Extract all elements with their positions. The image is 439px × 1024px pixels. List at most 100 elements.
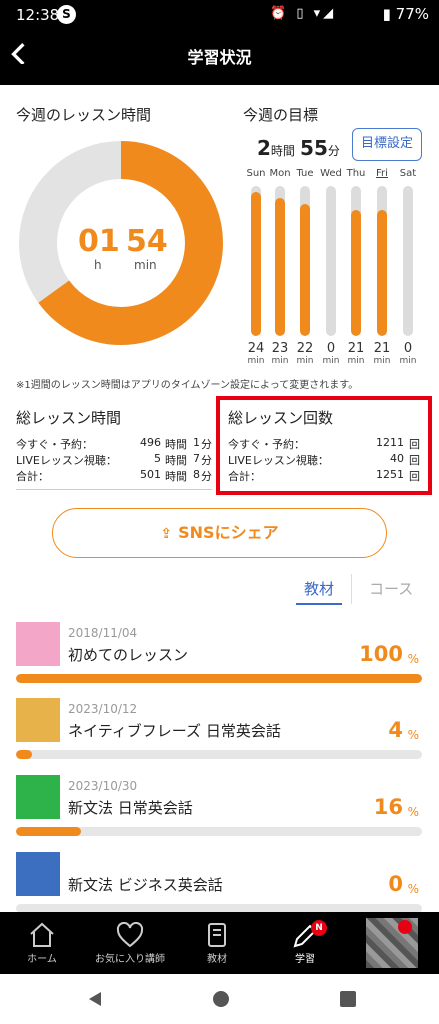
material-thumbnail[interactable] xyxy=(16,775,60,819)
goal-hours: 2 xyxy=(257,136,271,160)
day-bar-track xyxy=(351,186,361,336)
material-date: 2023/10/30 xyxy=(68,779,138,793)
day-label: Wed xyxy=(320,168,342,179)
nav-favorites[interactable]: お気に入り講師 xyxy=(88,912,172,974)
day-label: Tue xyxy=(296,168,314,179)
nav-favorites-label: お気に入り講師 xyxy=(95,954,165,965)
sns-share-button[interactable]: ⇪ SNSにシェア xyxy=(52,508,387,558)
row-minutes: 7 xyxy=(193,452,200,465)
row-label: LIVEレッスン視聴： xyxy=(228,454,329,467)
day-bar-track xyxy=(403,186,413,336)
row-label: 今すぐ・予約： xyxy=(228,438,305,451)
donut-minutes-unit: min xyxy=(134,258,157,272)
day-label: Thu xyxy=(346,168,366,179)
row-hours: 5 xyxy=(154,452,161,465)
avatar-badge xyxy=(398,920,412,934)
day-unit: min xyxy=(322,356,340,366)
book-icon xyxy=(208,923,226,947)
material-percent: 16 xyxy=(373,795,403,819)
page-title: 学習状況 xyxy=(187,48,252,67)
row-count-unit: 回 xyxy=(409,470,420,483)
material-title: 新文法 日常英会話 xyxy=(68,799,193,817)
row-minutes: 1 xyxy=(193,436,200,449)
progress-fill xyxy=(16,827,81,836)
day-unit: min xyxy=(399,356,417,366)
progress-fill xyxy=(16,750,33,759)
set-goal-button[interactable]: 目標設定 xyxy=(352,128,422,161)
material-percent-sign: % xyxy=(407,882,419,896)
day-unit: min xyxy=(271,356,289,366)
row-hours: 501 xyxy=(140,468,161,481)
goal-minutes-unit: 分 xyxy=(327,144,340,158)
row-hours-unit: 時間 xyxy=(165,454,187,467)
row-count: 1211 xyxy=(376,436,404,449)
material-title: ネイティブフレーズ 日常英会話 xyxy=(68,722,281,740)
row-label: 合計： xyxy=(16,470,49,483)
tab-divider xyxy=(351,574,352,604)
day-bar-track xyxy=(300,186,310,336)
day-bar-fill xyxy=(377,210,387,336)
goal-hours-unit: 時間 xyxy=(270,144,295,158)
weekly-goal-title: 今週の目標 xyxy=(243,106,319,124)
day-value: 24 xyxy=(247,341,265,356)
material-percent-sign: % xyxy=(407,652,419,666)
material-title: 初めてのレッスン xyxy=(68,646,189,664)
share-label: SNSにシェア xyxy=(178,523,279,542)
donut-minutes: 54 xyxy=(126,224,168,259)
day-bar-track xyxy=(251,186,261,336)
donut-hours-unit: h xyxy=(94,258,102,272)
row-minutes-unit: 分 xyxy=(201,454,212,467)
weekly-time-donut xyxy=(19,141,223,345)
tab-materials[interactable]: 教材 xyxy=(304,578,334,599)
row-hours-unit: 時間 xyxy=(165,438,187,451)
day-value: 21 xyxy=(373,341,391,356)
row-count: 40 xyxy=(390,452,404,465)
day-bar-fill xyxy=(275,198,285,336)
day-label: Sat xyxy=(399,168,417,179)
material-percent-sign: % xyxy=(407,728,419,742)
progress-track xyxy=(16,827,422,836)
s-app-icon: S xyxy=(57,5,76,24)
nav-materials-label: 教材 xyxy=(207,954,227,965)
day-bar-fill xyxy=(300,204,310,336)
share-icon: ⇪ xyxy=(160,526,173,542)
status-time: 12:38 xyxy=(16,6,60,24)
progress-fill xyxy=(16,674,422,683)
home-icon xyxy=(30,922,54,947)
nav-materials[interactable]: 教材 xyxy=(190,912,244,974)
study-badge: N xyxy=(311,920,327,936)
tab-indicator xyxy=(296,603,342,605)
day-value: 0 xyxy=(403,341,413,356)
day-bar-fill xyxy=(351,210,361,336)
tab-courses[interactable]: コース xyxy=(369,578,413,599)
day-label: Fri xyxy=(376,168,388,179)
material-percent-sign: % xyxy=(407,805,419,819)
divider xyxy=(16,489,212,490)
total-count-title: 総レッスン回数 xyxy=(228,409,334,427)
row-minutes-unit: 分 xyxy=(201,438,212,451)
row-label: LIVEレッスン視聴： xyxy=(16,454,117,467)
system-back-icon[interactable] xyxy=(86,990,104,1008)
nav-study-label: 学習 xyxy=(295,954,315,965)
progress-track xyxy=(16,750,422,759)
material-thumbnail[interactable] xyxy=(16,852,60,896)
row-minutes-unit: 分 xyxy=(201,470,212,483)
nav-home-label: ホーム xyxy=(27,954,57,965)
heart-icon xyxy=(116,922,144,948)
day-bar-track xyxy=(377,186,387,336)
material-thumbnail[interactable] xyxy=(16,698,60,742)
row-minutes: 8 xyxy=(193,468,200,481)
row-label: 合計： xyxy=(228,470,261,483)
day-value: 21 xyxy=(347,341,365,356)
row-count-unit: 回 xyxy=(409,438,420,451)
nav-home[interactable]: ホーム xyxy=(14,912,70,974)
system-home-icon[interactable] xyxy=(212,990,230,1008)
status-icons: ⏰ ▯ ▾◢ xyxy=(270,6,337,21)
day-bar-track xyxy=(275,186,285,336)
day-unit: min xyxy=(347,356,365,366)
row-count-unit: 回 xyxy=(409,454,420,467)
day-value: 22 xyxy=(296,341,314,356)
material-date: 2018/11/04 xyxy=(68,626,138,640)
material-thumbnail[interactable] xyxy=(16,622,60,666)
system-recents-icon[interactable] xyxy=(340,991,356,1007)
